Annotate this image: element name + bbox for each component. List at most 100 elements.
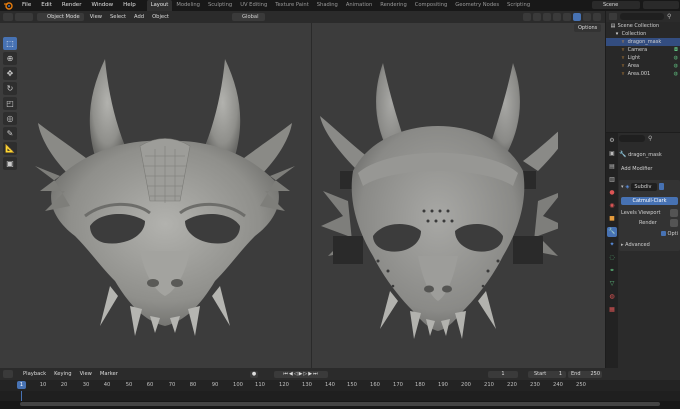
- 3d-viewport[interactable]: Options: [0, 23, 605, 368]
- viewport-menu-add[interactable]: Add: [130, 14, 148, 20]
- annotate-tool-icon[interactable]: ✎: [3, 127, 17, 140]
- move-tool-icon[interactable]: ✥: [3, 67, 17, 80]
- catmull-clark-button[interactable]: Catmull-Clark: [621, 197, 678, 205]
- rendered-shading-icon[interactable]: [593, 13, 601, 21]
- playhead-frame-indicator[interactable]: 1: [17, 381, 26, 389]
- timeline-menu-view[interactable]: View: [76, 371, 96, 377]
- tab-compositing[interactable]: Compositing: [411, 0, 452, 11]
- add-modifier-button[interactable]: Add Modifier: [619, 165, 680, 174]
- xray-icon[interactable]: [553, 13, 561, 21]
- tab-uv-editing[interactable]: UV Editing: [236, 0, 271, 11]
- visibility-icon[interactable]: [523, 13, 531, 21]
- collapse-icon[interactable]: ▾: [621, 184, 624, 190]
- properties-search-field[interactable]: [619, 135, 645, 142]
- timeline-track-area[interactable]: [0, 391, 680, 401]
- cursor-tool-icon[interactable]: ⊕: [3, 52, 17, 65]
- object-tab-icon[interactable]: ■: [607, 214, 617, 224]
- tab-rendering[interactable]: Rendering: [376, 0, 411, 11]
- outliner-row-collection[interactable]: ▾ Collection: [606, 30, 680, 38]
- select-box-tool-icon[interactable]: ⬚: [3, 37, 17, 50]
- menu-help[interactable]: Help: [118, 0, 141, 11]
- tab-layout[interactable]: Layout: [146, 0, 173, 11]
- texture-tab-icon[interactable]: ▦: [607, 305, 617, 315]
- outliner-editor-icon[interactable]: [609, 13, 617, 20]
- data-tab-icon[interactable]: ▽: [607, 279, 617, 289]
- filter-icon[interactable]: ⚲: [667, 13, 671, 20]
- outliner-row-dragon-mask[interactable]: ▿ dragon_mask: [606, 38, 680, 46]
- advanced-section[interactable]: ▸ Advanced: [621, 241, 678, 249]
- object-mode-dropdown[interactable]: Object Mode: [37, 13, 84, 21]
- tab-sculpting[interactable]: Sculpting: [204, 0, 236, 11]
- tab-texture-paint[interactable]: Texture Paint: [271, 0, 312, 11]
- render-levels-field[interactable]: [670, 219, 678, 227]
- view-layer-tab-icon[interactable]: ▥: [607, 175, 617, 185]
- tab-shading[interactable]: Shading: [313, 0, 342, 11]
- constraints-tab-icon[interactable]: ⚭: [607, 266, 617, 276]
- properties-content: ⚲ 🔧 dragon_mask Add Modifier ▾ ◈ Subdiv …: [619, 133, 680, 251]
- rotate-tool-icon[interactable]: ↻: [3, 82, 17, 95]
- viewport-menu-select[interactable]: Select: [106, 14, 130, 20]
- outliner-search-field[interactable]: [620, 13, 664, 20]
- material-shading-icon[interactable]: [583, 13, 591, 21]
- viewport-split-divider[interactable]: [311, 23, 312, 368]
- outliner-row-light[interactable]: ▿ Light ◍: [606, 54, 680, 62]
- outliner-row-area[interactable]: ▿ Area ◍: [606, 62, 680, 70]
- particles-tab-icon[interactable]: ✦: [607, 240, 617, 250]
- timeline-scrollbar[interactable]: [20, 402, 660, 406]
- editor-type-button[interactable]: [3, 13, 13, 21]
- tool-shelf: ⬚ ⊕ ✥ ↻ ◰ ◎ ✎ 📐 ▣: [3, 37, 19, 172]
- optimal-display-checkbox[interactable]: [660, 231, 666, 236]
- tab-animation[interactable]: Animation: [342, 0, 376, 11]
- measure-tool-icon[interactable]: 📐: [3, 142, 17, 155]
- timeline-editor-type-icon[interactable]: [3, 370, 13, 378]
- properties-header: ⚲: [619, 133, 680, 144]
- tab-geometry-nodes[interactable]: Geometry Nodes: [451, 0, 503, 11]
- world-tab-icon[interactable]: ◉: [607, 201, 617, 211]
- tool-tab-icon[interactable]: ⚙: [607, 136, 617, 146]
- render-tab-icon[interactable]: ▣: [607, 149, 617, 159]
- edit-mode-toggle[interactable]: [659, 183, 665, 190]
- solid-shading-icon[interactable]: [573, 13, 581, 21]
- add-cube-tool-icon[interactable]: ▣: [3, 157, 17, 170]
- record-icon[interactable]: ●: [250, 371, 258, 378]
- timeline-menu-playback[interactable]: Playback: [19, 371, 50, 377]
- timeline-menu-marker[interactable]: Marker: [96, 371, 122, 377]
- light-data-icon: ◍: [673, 71, 678, 77]
- outliner-row-camera[interactable]: ▿ Camera ◘: [606, 46, 680, 54]
- outliner-row-area-001[interactable]: ▿ Area.001 ◍: [606, 70, 680, 78]
- menu-window[interactable]: Window: [86, 0, 118, 11]
- end-frame-field[interactable]: End 250: [568, 371, 602, 378]
- timeline-ruler[interactable]: 1 10 20 30 40 50 60 70 80 90 100 110 120…: [0, 380, 680, 391]
- modifier-name-field[interactable]: Subdiv: [631, 182, 658, 191]
- gizmo-icon[interactable]: [533, 13, 541, 21]
- tab-modeling[interactable]: Modeling: [172, 0, 204, 11]
- scene-tab-icon[interactable]: ●: [607, 188, 617, 198]
- physics-tab-icon[interactable]: ◌: [607, 253, 617, 263]
- levels-viewport-field[interactable]: [670, 209, 678, 217]
- overlay-icon[interactable]: [543, 13, 551, 21]
- options-dropdown[interactable]: Options: [574, 24, 602, 32]
- tab-scripting[interactable]: Scripting: [503, 0, 534, 11]
- material-tab-icon[interactable]: ◍: [607, 292, 617, 302]
- tick-label: 80: [189, 382, 197, 388]
- blender-logo-icon[interactable]: [3, 1, 13, 10]
- selection-mode-buttons[interactable]: [15, 13, 33, 21]
- menu-render[interactable]: Render: [57, 0, 87, 11]
- output-tab-icon[interactable]: ▤: [607, 162, 617, 172]
- outliner-scene-collection[interactable]: ▤ Scene Collection: [606, 22, 680, 30]
- scale-tool-icon[interactable]: ◰: [3, 97, 17, 110]
- transform-tool-icon[interactable]: ◎: [3, 112, 17, 125]
- playback-controls[interactable]: ⏮◀◁▶▷▶⏭: [274, 371, 328, 378]
- menu-edit[interactable]: Edit: [36, 0, 57, 11]
- timeline-menu-keying[interactable]: Keying: [50, 371, 75, 377]
- scene-selector[interactable]: Scene: [592, 1, 640, 9]
- viewport-menu-object[interactable]: Object: [148, 14, 173, 20]
- menu-file[interactable]: File: [17, 0, 36, 11]
- view-layer-selector[interactable]: [643, 1, 679, 9]
- transform-orientation-dropdown[interactable]: Global: [232, 13, 265, 21]
- current-frame-field[interactable]: 1: [488, 371, 518, 378]
- wireframe-shading-icon[interactable]: [563, 13, 571, 21]
- modifier-tab-icon[interactable]: 🔧: [607, 227, 617, 237]
- viewport-menu-view[interactable]: View: [86, 14, 106, 20]
- start-frame-field[interactable]: Start 1: [528, 371, 566, 378]
